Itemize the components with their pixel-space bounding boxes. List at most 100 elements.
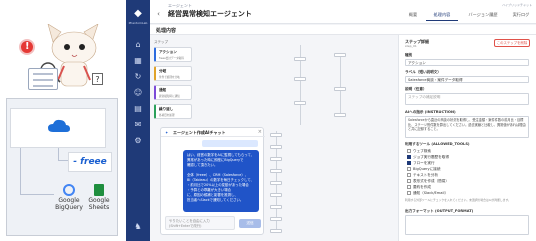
node-desc: 異常検知時に通知 — [159, 95, 180, 98]
flow-node[interactable] — [270, 193, 282, 197]
palette-node-action[interactable]: アクション freee会計データ取得 — [154, 47, 192, 62]
flow-node[interactable] — [270, 145, 282, 149]
flow-node[interactable] — [270, 229, 282, 233]
chat-header: ✦ エージェント作成AIチャット × — [161, 128, 265, 137]
close-icon[interactable]: × — [258, 129, 262, 135]
app-brand: PhantomLab — [128, 21, 148, 25]
flow-node[interactable] — [270, 157, 282, 161]
output-format-textarea[interactable] — [405, 215, 529, 235]
flow-node[interactable] — [334, 113, 346, 117]
question-mark-icon: ? — [92, 73, 103, 85]
checkbox-box[interactable] — [407, 185, 411, 189]
message-line: 担当者へSlackで通知してください。 — [187, 198, 244, 202]
flow-node[interactable] — [294, 77, 306, 81]
user-message — [202, 140, 258, 147]
page-title: 経営異常検知エージェント — [168, 10, 252, 18]
document-icon — [28, 68, 58, 90]
main-app: ハイブリッドチャット ‹ エージェント 経営異常検知エージェント 概要 処理内容… — [150, 0, 536, 241]
assistant-message: はい、経営の数字をAIに監視してもらって、 異常があった時に即座にBigQuer… — [183, 150, 259, 212]
flow-node[interactable] — [270, 133, 282, 137]
send-button[interactable]: 送信 — [239, 219, 261, 228]
palette-node-branch[interactable]: 分岐 条件で処理を分岐 — [154, 66, 192, 81]
type-select[interactable]: アクション — [405, 59, 529, 66]
instruction-textarea[interactable]: Salesforceから直近の商談の状況を取得し、受注金額・案件件数の前月比・目… — [405, 116, 529, 138]
back-button[interactable]: ‹ — [154, 10, 163, 19]
tool-label: 要約を作成 — [413, 185, 431, 189]
hero-illustration: ? - freee Google BigQuery Google Sheets — [0, 0, 124, 241]
flow-node[interactable] — [334, 53, 346, 57]
bigquery-icon — [63, 184, 75, 196]
tool-label: ウェブ検索 — [413, 149, 431, 153]
flow-node[interactable] — [270, 205, 282, 209]
tool-label: BigQueryに接続 — [413, 167, 441, 171]
connector-line — [58, 160, 68, 161]
node-title: 通知 — [159, 88, 167, 92]
panel-subtitle: step_01 — [405, 44, 417, 48]
flow-node[interactable] — [334, 87, 346, 91]
flow-node[interactable] — [270, 181, 282, 185]
flow-node[interactable] — [294, 57, 306, 61]
tab-process[interactable]: 処理内容 — [426, 9, 458, 21]
tools-hint: 利用する外部ツールにチェックを入れてください。未選択の場合はAIが判断します。 — [405, 198, 511, 202]
checkbox-box[interactable] — [407, 161, 411, 165]
flow-node[interactable] — [294, 101, 306, 105]
checkbox-box[interactable] — [407, 155, 411, 159]
flow-edge — [340, 55, 341, 115]
google-sheets-logo: Google Sheets — [86, 184, 112, 212]
ai-chat-panel: ✦ エージェント作成AIチャット × はい、経営の数字をAIに監視してもらって、… — [160, 127, 265, 235]
node-title: 繰り返し — [159, 107, 174, 111]
checkbox-box[interactable] — [407, 191, 411, 195]
checkbox-box[interactable] — [407, 173, 411, 177]
desc-input[interactable]: ステップの補足説明 — [405, 93, 529, 105]
chat-input[interactable]: やりたいことを自由に入力 (Shift+Enterで改行) — [165, 216, 235, 230]
tool-label: テキストを分析 — [413, 173, 439, 177]
chart-icon[interactable]: ▤ — [133, 104, 143, 113]
node-title: アクション — [159, 50, 177, 54]
app-sidebar: ◆ PhantomLab ⌂ ▦ ↻ ☺ ▤ ✉ ⚙ ♞ — [126, 0, 150, 241]
users-icon[interactable]: ☺ — [133, 88, 143, 97]
tool-label: ジョブ実行履歴を取得 — [413, 155, 449, 159]
grid-icon[interactable]: ▦ — [133, 56, 143, 65]
section-title: 処理内容 — [156, 28, 177, 34]
section-header: 処理内容 — [150, 25, 536, 35]
tool-label: 表形式を作成（簡易） — [413, 179, 449, 183]
connector-line — [58, 148, 59, 160]
node-title: 分岐 — [159, 69, 167, 73]
tab-overview[interactable]: 概要 — [402, 9, 424, 21]
deer-icon[interactable]: ♞ — [133, 222, 143, 231]
cloud-icon — [48, 119, 70, 132]
node-desc: freee会計データ取得 — [159, 57, 184, 60]
tab-versions[interactable]: バージョン履歴 — [462, 9, 504, 21]
refresh-icon[interactable]: ↻ — [133, 72, 143, 81]
type-label: 種別 — [405, 53, 413, 57]
palette-node-notify[interactable]: 通知 異常検知時に通知 — [154, 85, 192, 100]
tools-label: 利用するツール (ALLOWED_TOOLS) — [405, 142, 470, 146]
palette-node-loop[interactable]: 繰り返し 各項目を処理 — [154, 104, 192, 119]
flow-canvas[interactable]: ステップ アクション freee会計データ取得 分岐 条件で処理を分岐 通知 異… — [150, 35, 398, 241]
mail-icon[interactable]: ✉ — [133, 120, 143, 129]
tool-label: フローを実行 — [413, 161, 435, 165]
warning-icon — [19, 39, 35, 55]
instruction-label: AIへの指示 (INSTRUCTION) — [405, 110, 456, 114]
sheets-icon — [94, 184, 104, 196]
checkbox-box[interactable] — [407, 149, 411, 153]
home-icon[interactable]: ⌂ — [133, 40, 143, 49]
delete-step-button[interactable]: このステップを削除 — [494, 39, 530, 47]
checkbox-box[interactable] — [407, 167, 411, 171]
node-desc: 各項目を処理 — [159, 114, 175, 117]
flow-node[interactable] — [270, 217, 282, 221]
chat-icon: ✦ — [165, 130, 169, 135]
screenshot-root: ? - freee Google BigQuery Google Sheets … — [0, 0, 536, 241]
app-logo-icon[interactable]: ◆ — [131, 8, 145, 20]
top-note: ハイブリッドチャット — [502, 3, 532, 7]
tool-checkbox[interactable]: 通知（Slack/Email） — [407, 190, 448, 196]
settings-icon[interactable]: ⚙ — [133, 136, 143, 145]
flow-node[interactable] — [270, 169, 282, 173]
node-desc: 条件で処理を分岐 — [159, 76, 180, 79]
tool-label: 通知（Slack/Email） — [413, 191, 449, 195]
sheets-label: Google Sheets — [88, 197, 110, 211]
name-label: ラベル（短い説明文） — [405, 70, 441, 74]
name-input[interactable]: Salesforce商談・案件データ取得 — [405, 76, 529, 83]
tab-logs[interactable]: 実行ログ — [508, 9, 534, 21]
checkbox-box[interactable] — [407, 179, 411, 183]
